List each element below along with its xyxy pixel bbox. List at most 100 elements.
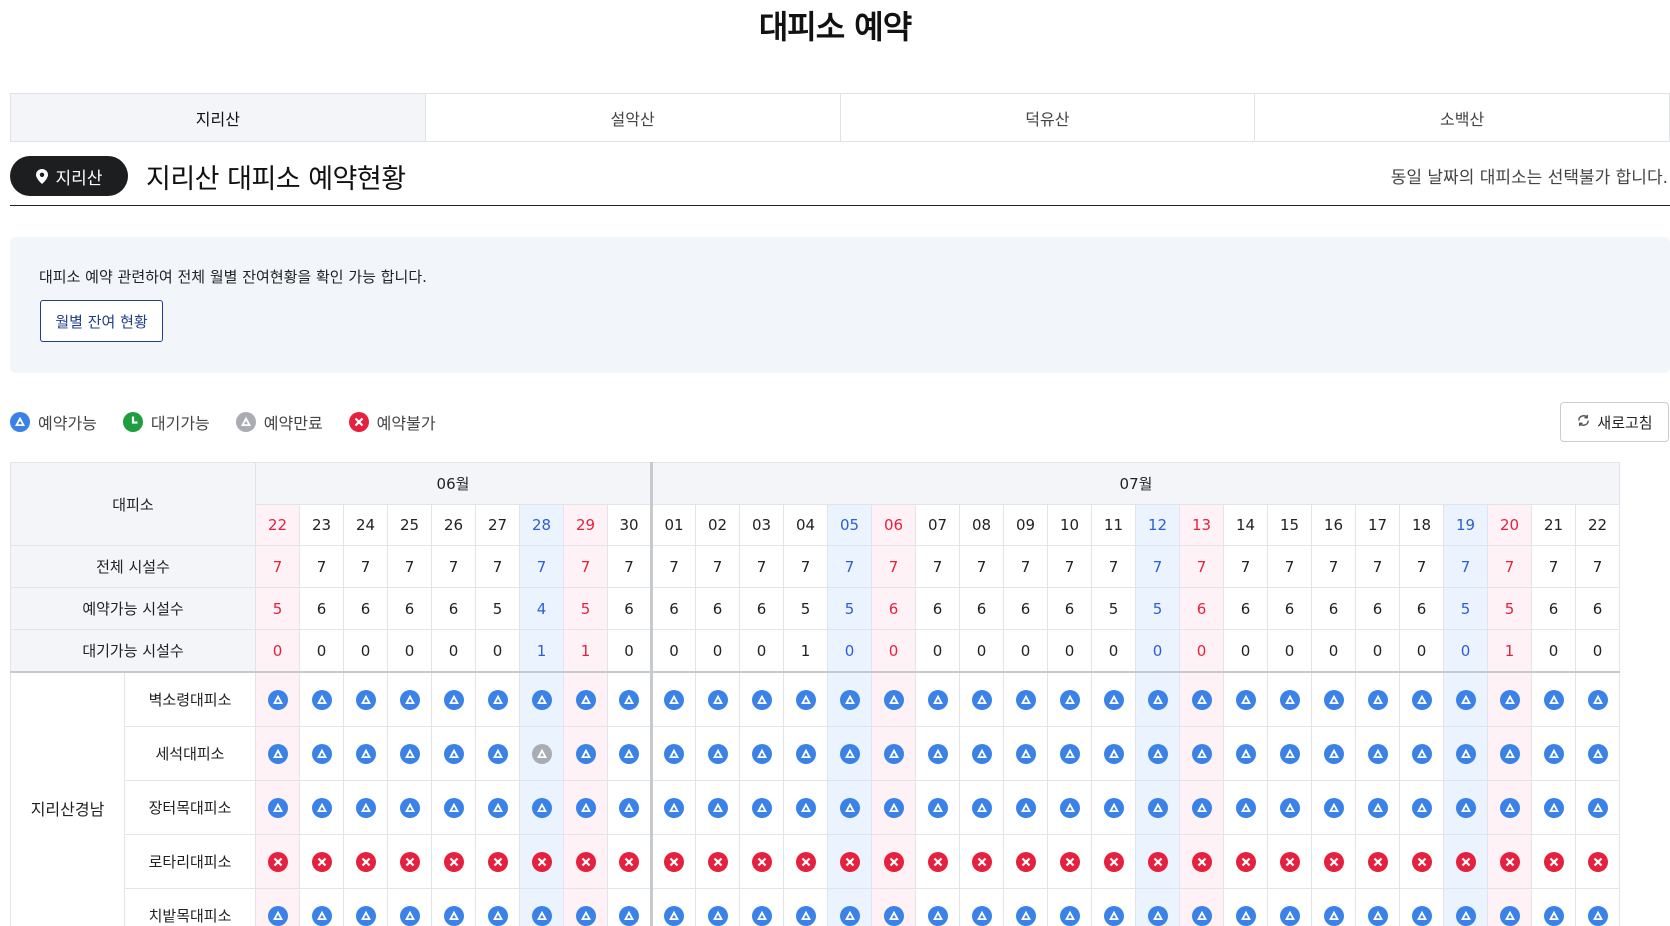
reservation-cell[interactable] xyxy=(1531,726,1576,781)
reservation-cell[interactable] xyxy=(1487,780,1532,835)
refresh-button[interactable]: 새로고침 xyxy=(1560,402,1669,442)
reservation-cell[interactable] xyxy=(827,780,872,835)
reservation-cell[interactable] xyxy=(871,780,916,835)
reservation-cell[interactable] xyxy=(1135,780,1180,835)
reservation-cell[interactable] xyxy=(1135,671,1180,727)
reservation-cell[interactable] xyxy=(1311,671,1356,727)
reservation-cell[interactable] xyxy=(387,888,432,926)
reservation-cell[interactable] xyxy=(255,726,300,781)
reservation-cell[interactable] xyxy=(1091,780,1136,835)
reservation-cell[interactable] xyxy=(695,888,740,926)
reservation-cell[interactable] xyxy=(519,671,564,727)
reservation-cell[interactable] xyxy=(915,671,960,727)
reservation-cell[interactable] xyxy=(827,671,872,727)
reservation-cell[interactable] xyxy=(475,726,520,781)
reservation-cell[interactable] xyxy=(255,671,300,727)
reservation-cell[interactable] xyxy=(1047,726,1092,781)
reservation-cell[interactable] xyxy=(563,780,608,835)
reservation-cell[interactable] xyxy=(1267,888,1312,926)
reservation-cell[interactable] xyxy=(299,726,344,781)
reservation-cell[interactable] xyxy=(1267,726,1312,781)
reservation-cell[interactable] xyxy=(1531,671,1576,727)
reservation-cell[interactable] xyxy=(695,671,740,727)
reservation-cell[interactable] xyxy=(1223,780,1268,835)
reservation-cell[interactable] xyxy=(299,888,344,926)
reservation-cell[interactable] xyxy=(827,726,872,781)
reservation-cell[interactable] xyxy=(1443,780,1488,835)
monthly-remaining-button[interactable]: 월별 잔여 현황 xyxy=(40,300,163,342)
reservation-cell[interactable] xyxy=(1399,726,1444,781)
reservation-cell[interactable] xyxy=(607,671,652,727)
reservation-cell[interactable] xyxy=(1575,888,1620,926)
reservation-cell[interactable] xyxy=(519,888,564,926)
reservation-cell[interactable] xyxy=(1179,726,1224,781)
reservation-cell[interactable] xyxy=(1487,726,1532,781)
reservation-cell[interactable] xyxy=(959,780,1004,835)
reservation-cell[interactable] xyxy=(739,780,784,835)
reservation-cell[interactable] xyxy=(343,671,388,727)
reservation-cell[interactable] xyxy=(387,671,432,727)
reservation-cell[interactable] xyxy=(650,780,696,835)
reservation-cell[interactable] xyxy=(387,780,432,835)
reservation-cell[interactable] xyxy=(650,888,696,926)
reservation-cell[interactable] xyxy=(650,726,696,781)
tab-sobaeksan[interactable]: 소백산 xyxy=(1254,94,1669,141)
reservation-cell[interactable] xyxy=(959,671,1004,727)
reservation-cell[interactable] xyxy=(959,888,1004,926)
reservation-cell[interactable] xyxy=(1399,888,1444,926)
reservation-cell[interactable] xyxy=(1223,671,1268,727)
reservation-cell[interactable] xyxy=(607,888,652,926)
reservation-cell[interactable] xyxy=(343,726,388,781)
reservation-cell[interactable] xyxy=(1355,671,1400,727)
reservation-cell[interactable] xyxy=(695,780,740,835)
reservation-cell[interactable] xyxy=(431,726,476,781)
reservation-cell[interactable] xyxy=(431,671,476,727)
reservation-cell[interactable] xyxy=(1355,888,1400,926)
reservation-cell[interactable] xyxy=(1003,671,1048,727)
reservation-cell[interactable] xyxy=(783,671,828,727)
reservation-cell[interactable] xyxy=(475,671,520,727)
reservation-cell[interactable] xyxy=(1575,780,1620,835)
reservation-cell[interactable] xyxy=(1311,726,1356,781)
reservation-cell[interactable] xyxy=(1311,780,1356,835)
reservation-cell[interactable] xyxy=(783,726,828,781)
reservation-cell[interactable] xyxy=(387,726,432,781)
reservation-cell[interactable] xyxy=(871,671,916,727)
reservation-cell[interactable] xyxy=(827,888,872,926)
reservation-cell[interactable] xyxy=(1487,671,1532,727)
reservation-cell[interactable] xyxy=(1179,888,1224,926)
reservation-cell[interactable] xyxy=(1135,726,1180,781)
reservation-cell[interactable] xyxy=(1047,888,1092,926)
reservation-cell[interactable] xyxy=(1135,888,1180,926)
reservation-cell[interactable] xyxy=(959,726,1004,781)
reservation-cell[interactable] xyxy=(1355,726,1400,781)
reservation-cell[interactable] xyxy=(475,888,520,926)
reservation-cell[interactable] xyxy=(255,780,300,835)
reservation-cell[interactable] xyxy=(607,780,652,835)
reservation-cell[interactable] xyxy=(1003,726,1048,781)
reservation-cell[interactable] xyxy=(1443,888,1488,926)
reservation-cell[interactable] xyxy=(783,780,828,835)
reservation-cell[interactable] xyxy=(650,671,696,727)
reservation-cell[interactable] xyxy=(1399,671,1444,727)
reservation-cell[interactable] xyxy=(519,780,564,835)
reservation-cell[interactable] xyxy=(915,726,960,781)
reservation-cell[interactable] xyxy=(1091,726,1136,781)
reservation-cell[interactable] xyxy=(1003,780,1048,835)
reservation-cell[interactable] xyxy=(475,780,520,835)
reservation-cell[interactable] xyxy=(563,888,608,926)
reservation-cell[interactable] xyxy=(1091,888,1136,926)
reservation-cell[interactable] xyxy=(1223,726,1268,781)
tab-deogyusan[interactable]: 덕유산 xyxy=(839,94,1255,141)
reservation-cell[interactable] xyxy=(255,888,300,926)
reservation-cell[interactable] xyxy=(1223,888,1268,926)
reservation-cell[interactable] xyxy=(299,780,344,835)
reservation-cell[interactable] xyxy=(1443,726,1488,781)
reservation-cell[interactable] xyxy=(1267,780,1312,835)
reservation-cell[interactable] xyxy=(1443,671,1488,727)
reservation-cell[interactable] xyxy=(431,780,476,835)
reservation-cell[interactable] xyxy=(431,888,476,926)
reservation-cell[interactable] xyxy=(1091,671,1136,727)
reservation-cell[interactable] xyxy=(871,888,916,926)
reservation-cell[interactable] xyxy=(563,671,608,727)
